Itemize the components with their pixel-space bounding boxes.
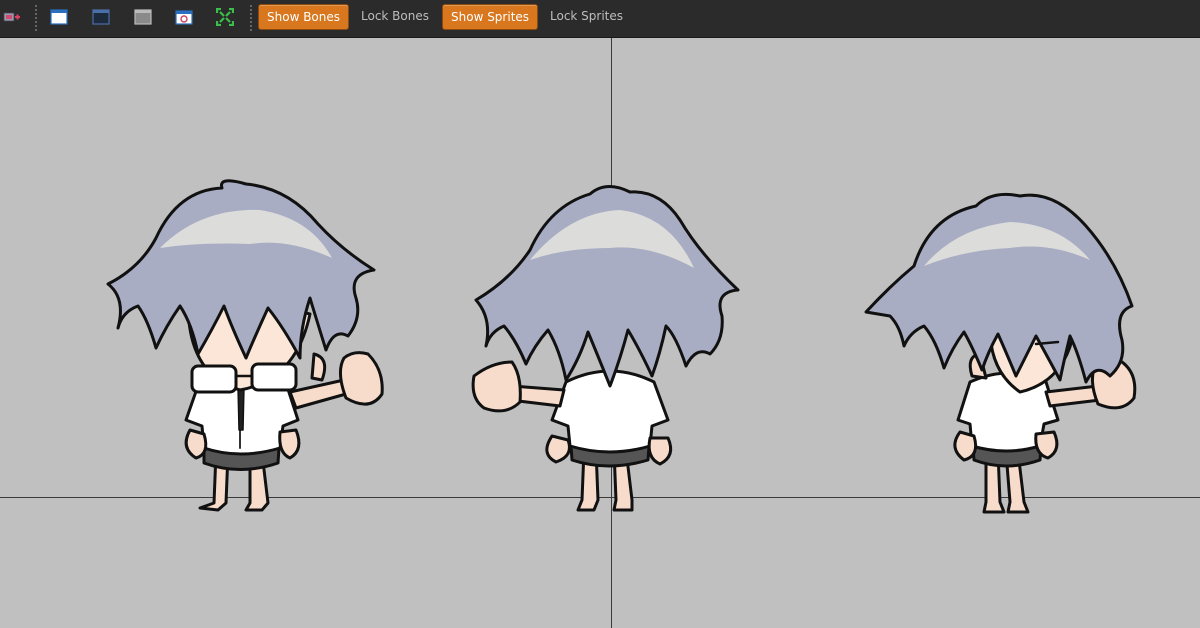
calendar-icon[interactable]	[173, 6, 195, 28]
character-back-sprite[interactable]	[460, 150, 760, 520]
canvas-viewport[interactable]	[0, 38, 1200, 628]
character-front-sprite[interactable]	[100, 158, 400, 518]
add-track-icon[interactable]	[2, 6, 22, 28]
toolbar: Show Bones Lock Bones Show Sprites Lock …	[0, 0, 1200, 38]
character-side-sprite[interactable]	[860, 156, 1160, 526]
lock-sprites-button[interactable]: Lock Sprites	[542, 4, 631, 28]
lock-bones-button[interactable]: Lock Bones	[353, 4, 437, 28]
fit-view-icon[interactable]	[214, 6, 236, 28]
gray-window-icon[interactable]	[132, 6, 154, 28]
toolbar-grip[interactable]	[34, 4, 38, 32]
dark-window-icon[interactable]	[90, 6, 112, 28]
window-icon[interactable]	[48, 6, 70, 28]
show-sprites-button[interactable]: Show Sprites	[442, 4, 539, 30]
toolbar-grip[interactable]	[249, 4, 253, 32]
show-bones-button[interactable]: Show Bones	[258, 4, 350, 30]
